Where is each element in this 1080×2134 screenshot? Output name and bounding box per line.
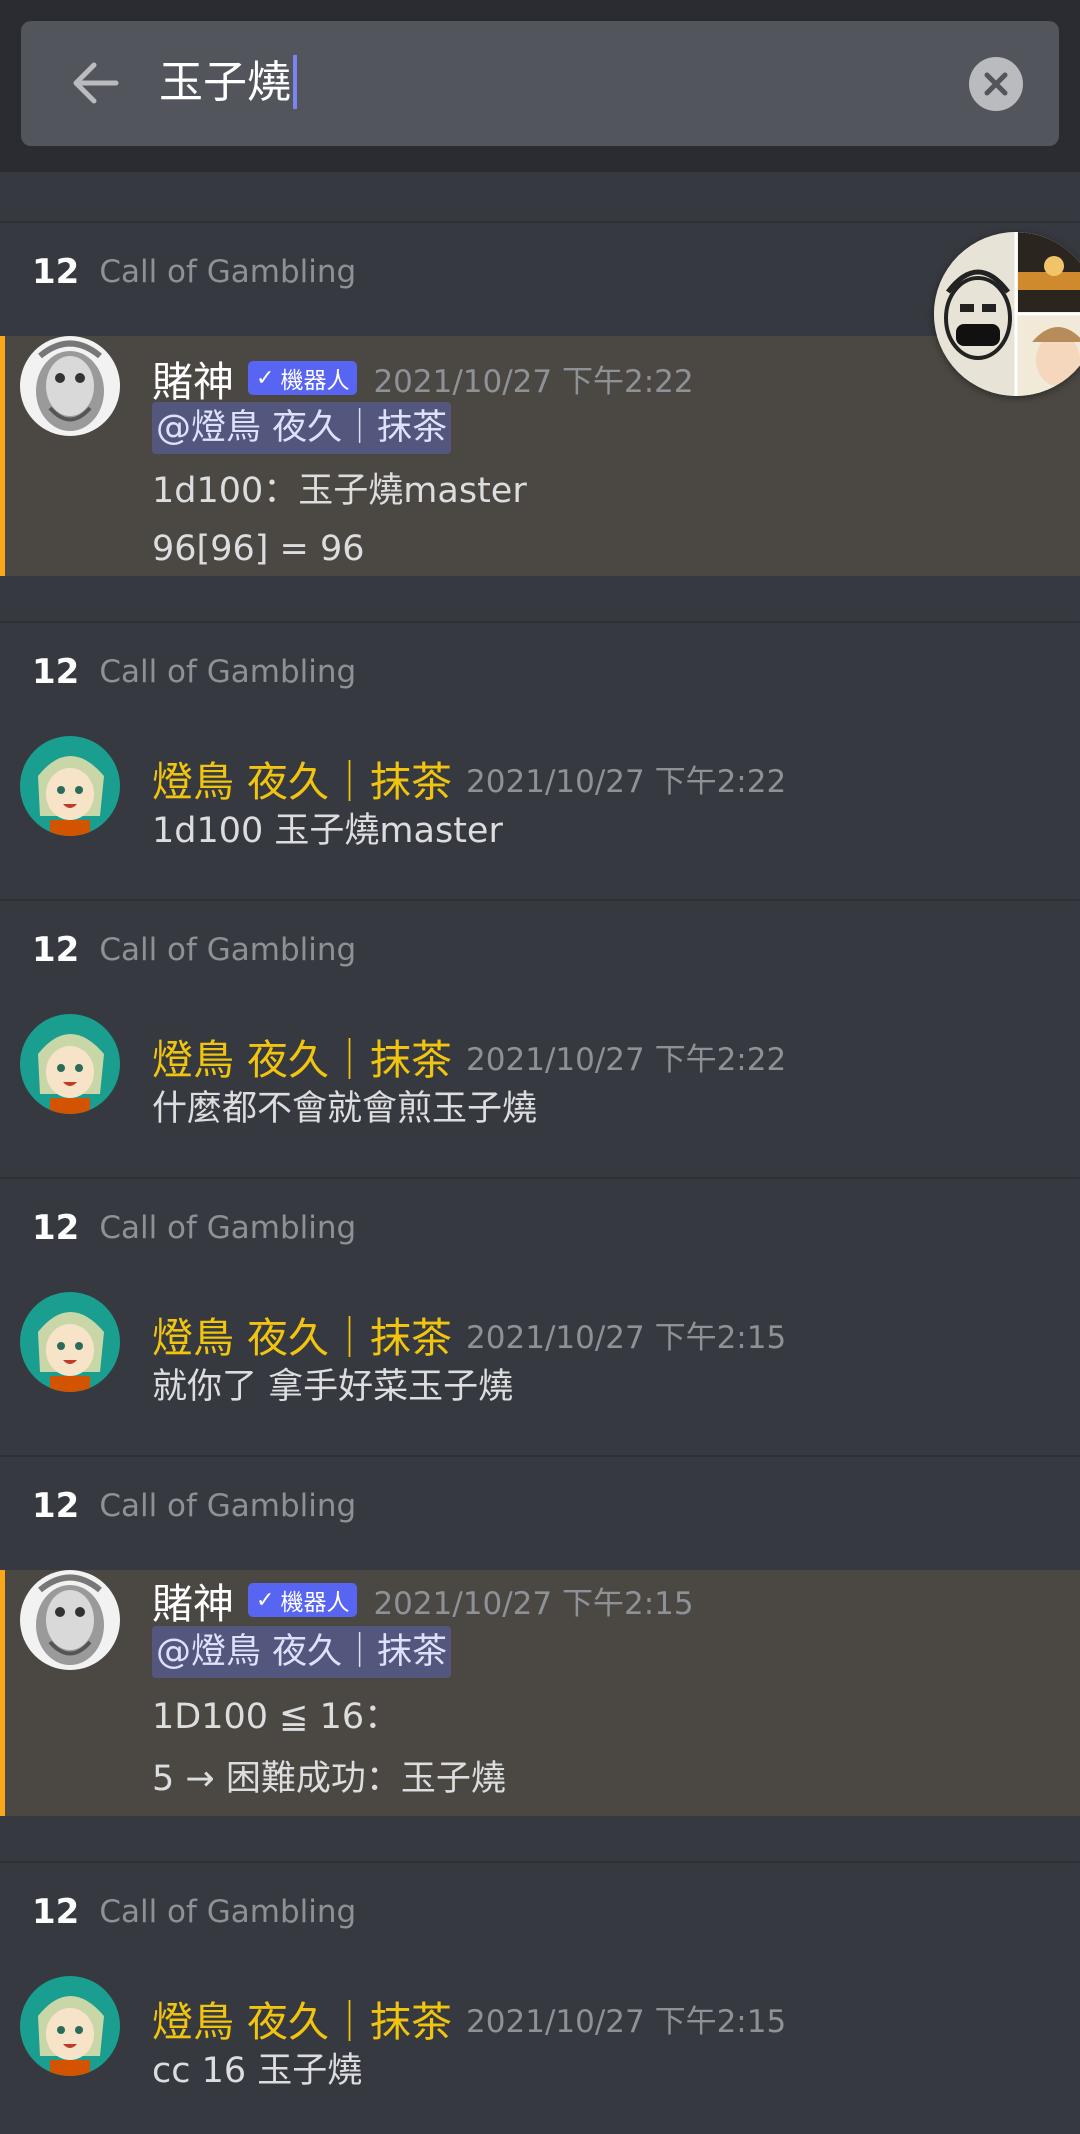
search-query: 玉子燒 [159,57,291,108]
message-line: 5 → 困難成功：玉子燒 [152,1759,506,1799]
message-header: 賭神 ✓ 機器人 2021/10/27 下午2:15 [152,1572,694,1628]
channel-name: Call of Gambling [99,1210,357,1246]
divider [0,1861,1080,1863]
channel-number: 12 [32,652,80,692]
timestamp: 2021/10/27 下午2:15 [466,2003,787,2040]
user-avatar-image [20,1976,120,2076]
message-line: 1D100 ≦ 16： [152,1697,400,1737]
avatar[interactable] [20,1570,120,1670]
user-mention[interactable]: @燈鳥 夜久｜抹茶 [152,1626,452,1678]
bot-avatar-image [20,336,120,436]
bot-badge: ✓ 機器人 [248,1583,358,1617]
author-name[interactable]: 賭神 [152,348,234,408]
message-header: 燈鳥 夜久｜抹茶 2021/10/27 下午2:15 [152,1306,786,1362]
message-header: 燈鳥 夜久｜抹茶 2021/10/27 下午2:22 [152,1028,786,1084]
channel-label[interactable]: 12 Call of Gambling [32,926,356,974]
timestamp: 2021/10/27 下午2:22 [466,763,787,800]
channel-name: Call of Gambling [99,1894,357,1930]
channel-number: 12 [32,252,80,292]
channel-label[interactable]: 12 Call of Gambling [32,1888,356,1936]
author-name[interactable]: 賭神 [152,1570,234,1630]
search-input[interactable]: 玉子燒 [159,51,297,115]
bot-badge-label: 機器人 [280,368,350,394]
user-mention[interactable]: @燈鳥 夜久｜抹茶 [152,402,452,454]
channel-label[interactable]: 12 Call of Gambling [32,1482,356,1530]
avatar[interactable] [20,336,120,436]
channel-name: Call of Gambling [99,932,357,968]
divider [0,1177,1080,1179]
channel-number: 12 [32,930,80,970]
search-box[interactable]: 玉子燒 [21,21,1059,146]
author-name[interactable]: 燈鳥 夜久｜抹茶 [152,1304,452,1364]
divider [0,221,1080,223]
channel-name: Call of Gambling [99,254,357,290]
mention-highlight-bar [0,1570,5,1816]
divider [0,899,1080,901]
channel-number: 12 [32,1208,80,1248]
avatar[interactable] [20,1014,120,1114]
avatar[interactable] [20,1292,120,1392]
timestamp: 2021/10/27 下午2:15 [466,1319,787,1356]
message-line: cc 16 玉子燒 [152,2051,363,2091]
bot-avatar-image [20,1570,120,1670]
message-line: @燈鳥 夜久｜抹茶 [152,402,452,454]
author-name[interactable]: 燈鳥 夜久｜抹茶 [152,1026,452,1086]
text-caret [293,55,297,109]
search-result-message[interactable]: 燈鳥 夜久｜抹茶 2021/10/27 下午2:15 cc 16 玉子燒 [0,1976,1080,2126]
author-name[interactable]: 燈鳥 夜久｜抹茶 [152,748,452,808]
mention-highlight-bar [0,336,5,576]
search-result-message[interactable]: 燈鳥 夜久｜抹茶 2021/10/27 下午2:15 就你了 拿手好菜玉子燒 [0,1292,1080,1442]
channel-label[interactable]: 12 Call of Gambling [32,248,356,296]
timestamp: 2021/10/27 下午2:15 [373,1585,694,1622]
channel-label[interactable]: 12 Call of Gambling [32,1204,356,1252]
channel-name: Call of Gambling [99,1488,357,1524]
channel-number: 12 [32,1486,80,1526]
search-result-message[interactable]: 賭神 ✓ 機器人 2021/10/27 下午2:15 @燈鳥 夜久｜抹茶 1D10… [0,1570,1080,1816]
avatar[interactable] [20,736,120,836]
bot-badge-label: 機器人 [280,1590,350,1616]
user-avatar-image [20,1014,120,1114]
message-line: 1d100：玉子燒master [152,471,527,511]
back-button[interactable] [59,47,131,119]
search-result-message[interactable]: 賭神 ✓ 機器人 2021/10/27 下午2:22 @燈鳥 夜久｜抹茶 1d10… [0,336,1080,576]
search-result-message[interactable]: 燈鳥 夜久｜抹茶 2021/10/27 下午2:22 什麼都不會就會煎玉子燒 [0,1014,1080,1164]
message-header: 燈鳥 夜久｜抹茶 2021/10/27 下午2:15 [152,1990,786,2046]
arrow-left-icon [73,62,119,104]
check-icon: ✓ [256,1587,275,1613]
message-line: 什麼都不會就會煎玉子燒 [152,1089,538,1129]
clear-search-button[interactable] [969,57,1023,111]
author-name[interactable]: 燈鳥 夜久｜抹茶 [152,1988,452,2048]
search-header: 玉子燒 [0,0,1080,172]
channel-number: 12 [32,1892,80,1932]
message-line: 1d100 玉子燒master [152,811,503,851]
channel-label[interactable]: 12 Call of Gambling [32,648,356,696]
channel-name: Call of Gambling [99,654,357,690]
bot-badge: ✓ 機器人 [248,361,358,395]
message-header: 賭神 ✓ 機器人 2021/10/27 下午2:22 [152,350,694,406]
divider [0,621,1080,623]
message-line: 就你了 拿手好菜玉子燒 [152,1367,514,1407]
user-avatar-image [20,1292,120,1392]
close-icon [984,72,1008,96]
message-line: 96[96] = 96 [152,529,365,569]
message-header: 燈鳥 夜久｜抹茶 2021/10/27 下午2:22 [152,750,786,806]
avatar[interactable] [20,1976,120,2076]
message-line: @燈鳥 夜久｜抹茶 [152,1626,452,1678]
user-avatar-image [20,736,120,836]
search-result-message[interactable]: 燈鳥 夜久｜抹茶 2021/10/27 下午2:22 1d100 玉子燒mast… [0,736,1080,886]
timestamp: 2021/10/27 下午2:22 [466,1041,787,1078]
check-icon: ✓ [256,365,275,391]
timestamp: 2021/10/27 下午2:22 [373,363,694,400]
divider [0,1455,1080,1457]
